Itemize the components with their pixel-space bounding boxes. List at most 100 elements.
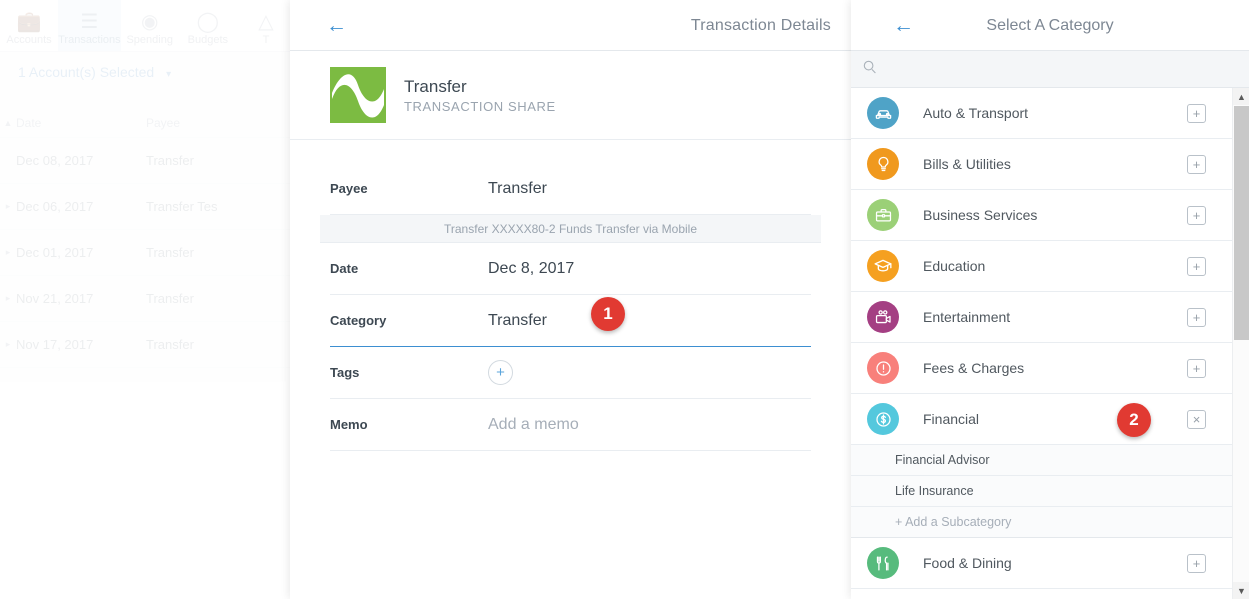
date-label: Date bbox=[330, 261, 359, 276]
category-row-business-services[interactable]: Business Services + bbox=[851, 190, 1232, 241]
field-row-memo[interactable]: Memo Add a memo bbox=[330, 399, 811, 451]
app-root: 💼 Accounts ☰ Transactions ◉ Spending ◯ B… bbox=[0, 0, 1249, 599]
select-category-header: ← Select A Category bbox=[851, 0, 1249, 51]
category-value[interactable]: Transfer bbox=[488, 312, 547, 330]
transaction-form: Payee Transfer Transfer XXXXX80-2 Funds … bbox=[290, 140, 851, 451]
add-tag-button[interactable]: + bbox=[488, 360, 513, 385]
cell-payee: Transfer bbox=[146, 337, 194, 352]
payee-value[interactable]: Transfer bbox=[488, 180, 547, 198]
wallet-icon: 💼 bbox=[16, 11, 42, 33]
cutlery-icon bbox=[867, 547, 899, 579]
sidebar-item-transactions[interactable]: ☰ Transactions bbox=[58, 0, 121, 51]
category-row-bills-utilities[interactable]: Bills & Utilities + bbox=[851, 139, 1232, 190]
table-row[interactable]: ▸ Dec 01, 2017 Transfer bbox=[0, 230, 295, 276]
category-row-food-dining[interactable]: Food & Dining + bbox=[851, 538, 1232, 589]
category-row-entertainment[interactable]: Entertainment + bbox=[851, 292, 1232, 343]
row-expand-icon: ▸ bbox=[5, 339, 11, 349]
scrollbar-thumb[interactable] bbox=[1234, 106, 1249, 340]
memo-input[interactable]: Add a memo bbox=[488, 416, 579, 434]
gauge-icon: ◯ bbox=[196, 11, 220, 33]
back-arrow-icon[interactable]: ← bbox=[326, 15, 370, 36]
scroll-down-arrow-icon[interactable]: ▼ bbox=[1233, 582, 1249, 599]
trends-icon: △ bbox=[258, 11, 274, 33]
transactions-table: ▲ Date Payee Dec 08, 2017 Transfer ▸ Dec… bbox=[0, 108, 295, 368]
field-row-payee[interactable]: Payee Transfer bbox=[330, 163, 811, 215]
sidebar-item-budgets[interactable]: ◯ Budgets bbox=[179, 0, 237, 51]
donut-chart-icon: ◉ bbox=[141, 11, 159, 33]
category-label: Category bbox=[330, 313, 387, 328]
cell-payee: Transfer bbox=[146, 291, 194, 306]
transaction-details-header: ← Transaction Details bbox=[290, 0, 851, 51]
cell-payee: Transfer bbox=[146, 245, 194, 260]
search-input[interactable] bbox=[877, 61, 1249, 77]
category-row-financial[interactable]: Financial × bbox=[851, 394, 1232, 445]
category-label: Auto & Transport bbox=[923, 105, 1029, 121]
category-search-bar[interactable] bbox=[851, 51, 1249, 88]
memo-label: Memo bbox=[330, 417, 368, 432]
select-category-panel: ← Select A Category Auto & Transport + B… bbox=[851, 0, 1249, 599]
table-row[interactable]: ▸ Nov 21, 2017 Transfer bbox=[0, 276, 295, 322]
field-row-date[interactable]: Date Dec 8, 2017 bbox=[330, 243, 811, 295]
expand-category-button[interactable]: + bbox=[1187, 256, 1206, 276]
expand-category-button[interactable]: + bbox=[1187, 553, 1206, 573]
sort-arrow-icon[interactable]: ▲ bbox=[0, 118, 16, 128]
category-label: Food & Dining bbox=[923, 555, 1012, 571]
column-header-date[interactable]: Date bbox=[16, 116, 146, 130]
cell-date: Nov 21, 2017 bbox=[16, 291, 94, 306]
expand-category-button[interactable]: + bbox=[1187, 154, 1206, 174]
row-expand-icon: ▸ bbox=[5, 293, 11, 303]
cell-date: Dec 08, 2017 bbox=[16, 153, 94, 168]
subcategory-item[interactable]: Life Insurance bbox=[851, 476, 1232, 507]
category-label: Fees & Charges bbox=[923, 360, 1025, 376]
category-row-auto-transport[interactable]: Auto & Transport + bbox=[851, 88, 1232, 139]
sidebar-item-spending[interactable]: ◉ Spending bbox=[121, 0, 179, 51]
subcategory-list: Financial Advisor Life Insurance + Add a… bbox=[851, 445, 1232, 538]
category-label: Business Services bbox=[923, 207, 1038, 223]
cell-date: Dec 01, 2017 bbox=[16, 245, 94, 260]
row-expand-icon: ▸ bbox=[5, 201, 11, 211]
category-list: Auto & Transport + Bills & Utilities + B… bbox=[851, 88, 1232, 589]
expand-category-button[interactable]: + bbox=[1187, 307, 1206, 327]
nav-tab-label: Budgets bbox=[187, 34, 229, 46]
expand-category-button[interactable]: + bbox=[1187, 358, 1206, 378]
column-header-payee[interactable]: Payee bbox=[146, 116, 295, 130]
collapse-category-button[interactable]: × bbox=[1187, 409, 1206, 429]
sidebar-item-trends[interactable]: △ T bbox=[237, 0, 295, 51]
table-row[interactable]: Dec 08, 2017 Transfer bbox=[0, 138, 295, 184]
payee-description: Transfer XXXXX80-2 Funds Transfer via Mo… bbox=[320, 215, 821, 243]
table-row[interactable]: ▸ Nov 17, 2017 Transfer bbox=[0, 322, 295, 368]
sidebar-item-accounts[interactable]: 💼 Accounts bbox=[0, 0, 58, 51]
category-row-fees-charges[interactable]: Fees & Charges + bbox=[851, 343, 1232, 394]
tags-label: Tags bbox=[330, 365, 360, 380]
category-row-education[interactable]: Education + bbox=[851, 241, 1232, 292]
annotation-badge-2: 2 bbox=[1117, 403, 1151, 437]
search-icon bbox=[863, 60, 877, 79]
table-row[interactable]: ▸ Dec 06, 2017 Transfer Tes bbox=[0, 184, 295, 230]
back-arrow-icon[interactable]: ← bbox=[893, 15, 937, 36]
category-list-scrollbar[interactable]: ▲ ▼ bbox=[1232, 88, 1249, 599]
background-nav-tabs: 💼 Accounts ☰ Transactions ◉ Spending ◯ B… bbox=[0, 0, 295, 52]
video-camera-icon bbox=[867, 301, 899, 333]
date-value[interactable]: Dec 8, 2017 bbox=[488, 260, 574, 278]
briefcase-icon bbox=[867, 199, 899, 231]
expand-category-button[interactable]: + bbox=[1187, 205, 1206, 225]
nav-tab-label: Accounts bbox=[6, 34, 52, 46]
alert-circle-icon bbox=[867, 352, 899, 384]
cell-payee: Transfer Tes bbox=[146, 199, 218, 214]
expand-category-button[interactable]: + bbox=[1187, 103, 1206, 123]
category-label: Bills & Utilities bbox=[923, 156, 1011, 172]
lightbulb-icon bbox=[867, 148, 899, 180]
scroll-up-arrow-icon[interactable]: ▲ bbox=[1233, 88, 1249, 105]
cell-date: Dec 06, 2017 bbox=[16, 199, 94, 214]
merchant-subtitle: TRANSACTION SHARE bbox=[404, 98, 556, 114]
field-row-tags[interactable]: Tags + bbox=[330, 347, 811, 399]
merchant-text: Transfer TRANSACTION SHARE bbox=[404, 77, 556, 114]
merchant-name: Transfer bbox=[404, 76, 467, 96]
cell-payee: Transfer bbox=[146, 153, 194, 168]
subcategory-item[interactable]: Financial Advisor bbox=[851, 445, 1232, 476]
brand-logo-icon bbox=[330, 67, 386, 123]
field-row-category[interactable]: Category Transfer bbox=[330, 295, 811, 347]
category-label: Entertainment bbox=[923, 309, 1011, 325]
account-selector[interactable]: 1 Account(s) Selected ▾ bbox=[18, 64, 171, 80]
add-subcategory-button[interactable]: + Add a Subcategory bbox=[851, 507, 1232, 538]
